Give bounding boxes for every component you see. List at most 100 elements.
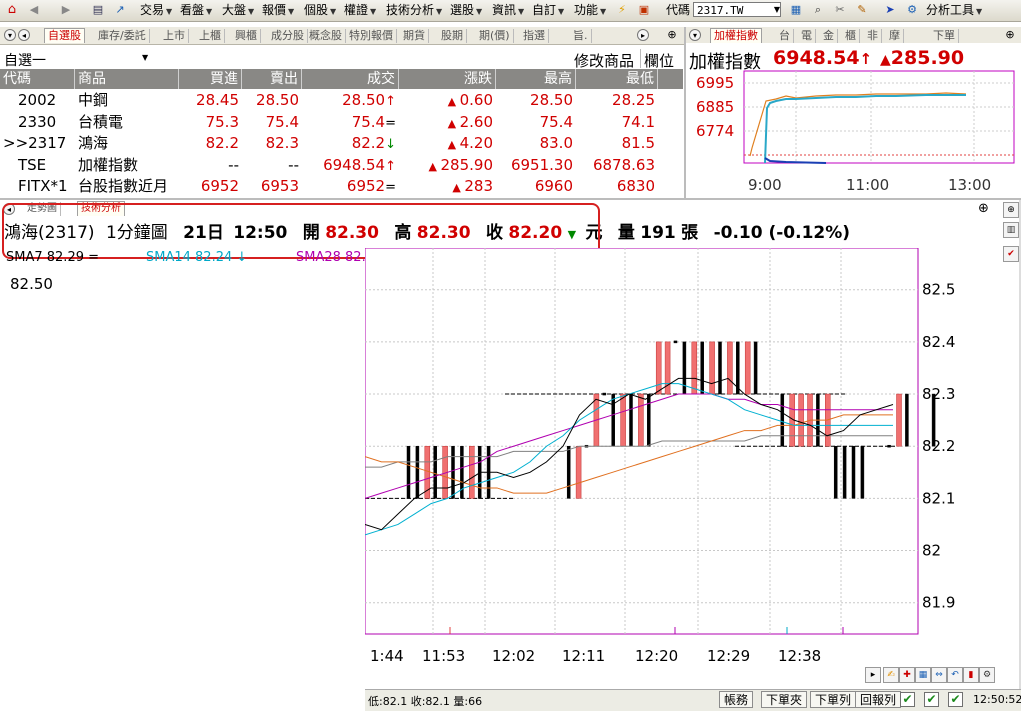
menu-item[interactable]: 資訊 ▼	[492, 3, 524, 18]
zoom-in-icon[interactable]: ✍	[883, 667, 899, 683]
zoom-icon[interactable]: ⊕	[1003, 202, 1019, 218]
candle[interactable]	[647, 393, 651, 447]
table-row[interactable]: TSE 加權指數 -- -- 6948.54↑ ▲ 285.90 6951.30 6878.6…	[0, 155, 683, 176]
chart-style-icon[interactable]: ▦	[915, 667, 931, 683]
menu-item[interactable]: 個股 ▼	[304, 3, 336, 18]
candle[interactable]	[451, 445, 455, 499]
tab-index[interactable]: 摩	[886, 29, 904, 43]
menu-item[interactable]: 報價 ▼	[262, 3, 294, 18]
watchlist-selector[interactable]: 自選一	[4, 50, 46, 70]
tab-scroll-right-icon[interactable]: ▸	[637, 29, 649, 41]
tab-market[interactable]: 上市	[160, 29, 189, 43]
fields-button[interactable]: 欄位	[644, 50, 674, 71]
candle[interactable]	[780, 393, 785, 447]
candle[interactable]	[727, 341, 733, 395]
stock-code-input[interactable]: 2317.TW	[693, 2, 781, 17]
column-header[interactable]: 買進	[179, 69, 242, 89]
candle[interactable]	[860, 445, 865, 499]
candle[interactable]	[887, 444, 891, 448]
table-row[interactable]: FITX*1 台股指數近月 6952 6953 6952= ▲ 283 6960 6830	[0, 176, 683, 197]
column-header[interactable]: 最高	[496, 69, 576, 89]
scroll-right-icon[interactable]: ▸	[865, 667, 881, 683]
candle[interactable]	[638, 393, 644, 447]
order-folder-button[interactable]: 下單夾	[761, 691, 808, 708]
menu-item[interactable]: 技術分析 ▼	[386, 3, 442, 18]
candle[interactable]	[842, 445, 847, 499]
candle[interactable]	[629, 393, 633, 447]
analysis-tools-icon[interactable]: ⚙	[904, 3, 920, 17]
candle[interactable]	[460, 445, 464, 499]
bar-chart-icon[interactable]: ▮	[963, 667, 979, 683]
candle[interactable]	[602, 392, 607, 396]
tools-icon[interactable]: ✂	[832, 3, 848, 17]
panel-tab-icon[interactable]: ▥	[1003, 222, 1019, 238]
tab-index[interactable]: 下單	[930, 29, 959, 43]
cursor-icon[interactable]: ➤	[882, 3, 898, 17]
menu-item[interactable]: 自訂 ▼	[532, 3, 564, 18]
modify-items-button[interactable]: 修改商品	[574, 50, 634, 71]
candle[interactable]	[406, 445, 411, 499]
tab-index[interactable]: 櫃	[842, 29, 860, 43]
tab-market[interactable]: 概念股	[306, 29, 346, 43]
candle[interactable]	[833, 445, 838, 499]
tab-market[interactable]: 上櫃	[196, 29, 225, 43]
tab-market[interactable]: 自選股	[44, 28, 85, 43]
external-icon[interactable]: ↗	[112, 3, 128, 17]
zoom-icon[interactable]: ⊕	[666, 29, 678, 41]
check-icon[interactable]: ✔	[948, 692, 963, 707]
candlestick-chart[interactable]: 82.5 82.4 82.3 82.2 82.1 82 81.9 1:44 11:53 12:0…	[365, 248, 965, 688]
table-row[interactable]: 2002 中鋼 28.45 28.50 28.50↑ ▲ 0.60 28.50 28.25	[0, 90, 683, 111]
search-icon[interactable]: ⌕	[810, 3, 826, 17]
note-icon[interactable]: ▣	[636, 3, 652, 17]
report-bar-button[interactable]: 回報列	[855, 691, 902, 708]
print-icon[interactable]: ▤	[90, 3, 106, 17]
candle[interactable]	[709, 341, 715, 395]
ma-legend-item[interactable]: SMA14 82.24 ↓	[146, 250, 247, 266]
check-icon[interactable]: ✔	[900, 692, 915, 707]
zoom-icon[interactable]: ⊕	[1004, 29, 1016, 41]
column-header[interactable]: 賣出	[242, 69, 302, 89]
check-icon[interactable]: ✔	[924, 692, 939, 707]
candle[interactable]	[744, 341, 751, 395]
account-button[interactable]: 帳務	[719, 691, 754, 708]
settings-icon[interactable]: ⚙	[979, 667, 995, 683]
menu-item[interactable]: 看盤 ▼	[180, 3, 212, 18]
table-row[interactable]: >>2317 鴻海 82.2 82.3 82.2↓ ▲ 4.20 83.0 81.5	[0, 133, 683, 154]
column-header[interactable]: 商品	[75, 69, 179, 89]
tab-scroll-down-icon[interactable]: ▾	[4, 29, 16, 41]
column-header[interactable]: 最低	[576, 69, 658, 89]
toolbox-icon[interactable]: ▦	[788, 3, 804, 17]
tab-market[interactable]: 期(價)	[476, 29, 514, 43]
home-icon[interactable]: ⌂	[4, 3, 20, 17]
index-tab-scroll-icon[interactable]: ▾	[689, 29, 701, 41]
candle[interactable]	[611, 393, 615, 447]
tab-market[interactable]: 庫存/委託	[95, 29, 150, 43]
ma-legend-item[interactable]: SMA7 82.29 =	[6, 250, 99, 266]
tab-market[interactable]: 成分股	[268, 29, 308, 43]
candle[interactable]	[691, 341, 698, 395]
tab-market[interactable]: 特別報價	[346, 29, 397, 43]
tab-index[interactable]: 非	[864, 29, 882, 43]
menu-item[interactable]: 選股 ▼	[450, 3, 482, 18]
forward-icon[interactable]: ▶	[58, 3, 74, 17]
tab-market[interactable]: 興櫃	[232, 29, 261, 43]
menu-item[interactable]: 權證 ▼	[344, 3, 376, 18]
column-header[interactable]: 漲跌	[399, 69, 496, 89]
column-header[interactable]: 成交	[302, 69, 399, 89]
tab-market[interactable]: 旨.	[570, 29, 592, 43]
tab-market[interactable]: 期貨	[400, 29, 429, 43]
candle[interactable]	[753, 341, 758, 395]
candle[interactable]	[851, 445, 856, 499]
zoom-icon[interactable]: ⊕	[978, 201, 989, 216]
chevron-down-icon[interactable]: ▼	[772, 2, 782, 17]
candle[interactable]	[718, 341, 722, 395]
tab-index[interactable]: 加權指數	[710, 28, 762, 43]
lightning-icon[interactable]: ⚡	[614, 3, 630, 17]
menu-item[interactable]: 交易 ▼	[140, 3, 172, 18]
tab-scroll-left-icon[interactable]: ◂	[18, 29, 30, 41]
chevron-down-icon[interactable]: ▼	[142, 53, 148, 62]
pane-splitter[interactable]	[0, 198, 1021, 200]
candle[interactable]	[673, 340, 678, 344]
candle[interactable]	[905, 393, 909, 447]
menu-item[interactable]: 功能 ▼	[574, 3, 606, 18]
